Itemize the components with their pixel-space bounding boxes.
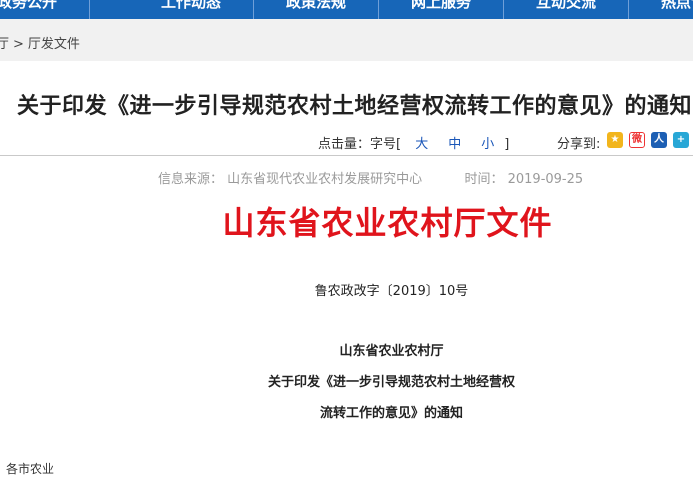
top-nav: 政务公开 工作动态 政策法规 网上服务 互动交流 热点专题 bbox=[0, 0, 693, 19]
font-size-label: 字号[ bbox=[370, 137, 402, 152]
source-label: 信息来源： bbox=[158, 172, 224, 187]
nav-item-6[interactable]: 热点专题 bbox=[629, 0, 693, 19]
weibo-icon[interactable]: 微 bbox=[629, 132, 645, 148]
article-meta: 信息来源： 山东省现代农业农村发展研究中心 时间： 2019-09-25 bbox=[158, 168, 583, 187]
nav-item-1[interactable]: 政务公开 bbox=[0, 0, 90, 19]
qzone-icon[interactable]: ★ bbox=[607, 132, 623, 148]
nav-item-3[interactable]: 政策法规 bbox=[254, 0, 379, 19]
font-small-link[interactable]: 小 bbox=[481, 137, 494, 152]
font-size-close: ] bbox=[504, 137, 510, 152]
time-label: 时间： bbox=[464, 172, 504, 187]
breadcrumb-separator: > bbox=[13, 37, 24, 52]
document-red-heading: 山东省农业农村厅文件 bbox=[222, 204, 553, 242]
nav-item-2[interactable]: 工作动态 bbox=[129, 0, 254, 19]
document-number: 鲁农政改字〔2019〕10号 bbox=[314, 284, 469, 299]
breadcrumb-current[interactable]: 厅发文件 bbox=[28, 37, 80, 52]
time-value: 2019-09-25 bbox=[507, 172, 584, 187]
article-toolbar: 点击量：字号[ 大 中 小] bbox=[318, 133, 509, 152]
font-large-link[interactable]: 大 bbox=[415, 137, 428, 152]
breadcrumb-prefix[interactable]: 厅 bbox=[0, 37, 9, 52]
header-divider bbox=[0, 155, 693, 156]
breadcrumb: 厅 > 厅发文件 bbox=[0, 19, 693, 61]
nav-item-4[interactable]: 网上服务 bbox=[379, 0, 504, 19]
document-subject-line-1: 关于印发《进一步引导规范农村土地经营权 bbox=[267, 375, 515, 390]
more-share-icon[interactable]: + bbox=[673, 132, 689, 148]
breadcrumb-trail: 厅 > 厅发文件 bbox=[0, 33, 80, 52]
article-title: 关于印发《进一步引导规范农村土地经营权流转工作的意见》的通知 bbox=[17, 94, 693, 119]
document-body-partial: 各市农业 bbox=[6, 462, 55, 476]
renren-icon[interactable]: 人 bbox=[651, 132, 667, 148]
font-medium-link[interactable]: 中 bbox=[448, 137, 461, 152]
hits-label: 点击量： bbox=[318, 137, 371, 152]
document-subject-line-2: 流转工作的意见》的通知 bbox=[319, 406, 463, 421]
document-issuer: 山东省农业农村厅 bbox=[339, 344, 444, 359]
nav-item-5[interactable]: 互动交流 bbox=[504, 0, 629, 19]
share-label: 分享到: bbox=[557, 137, 601, 152]
source-value: 山东省现代农业农村发展研究中心 bbox=[227, 172, 423, 187]
